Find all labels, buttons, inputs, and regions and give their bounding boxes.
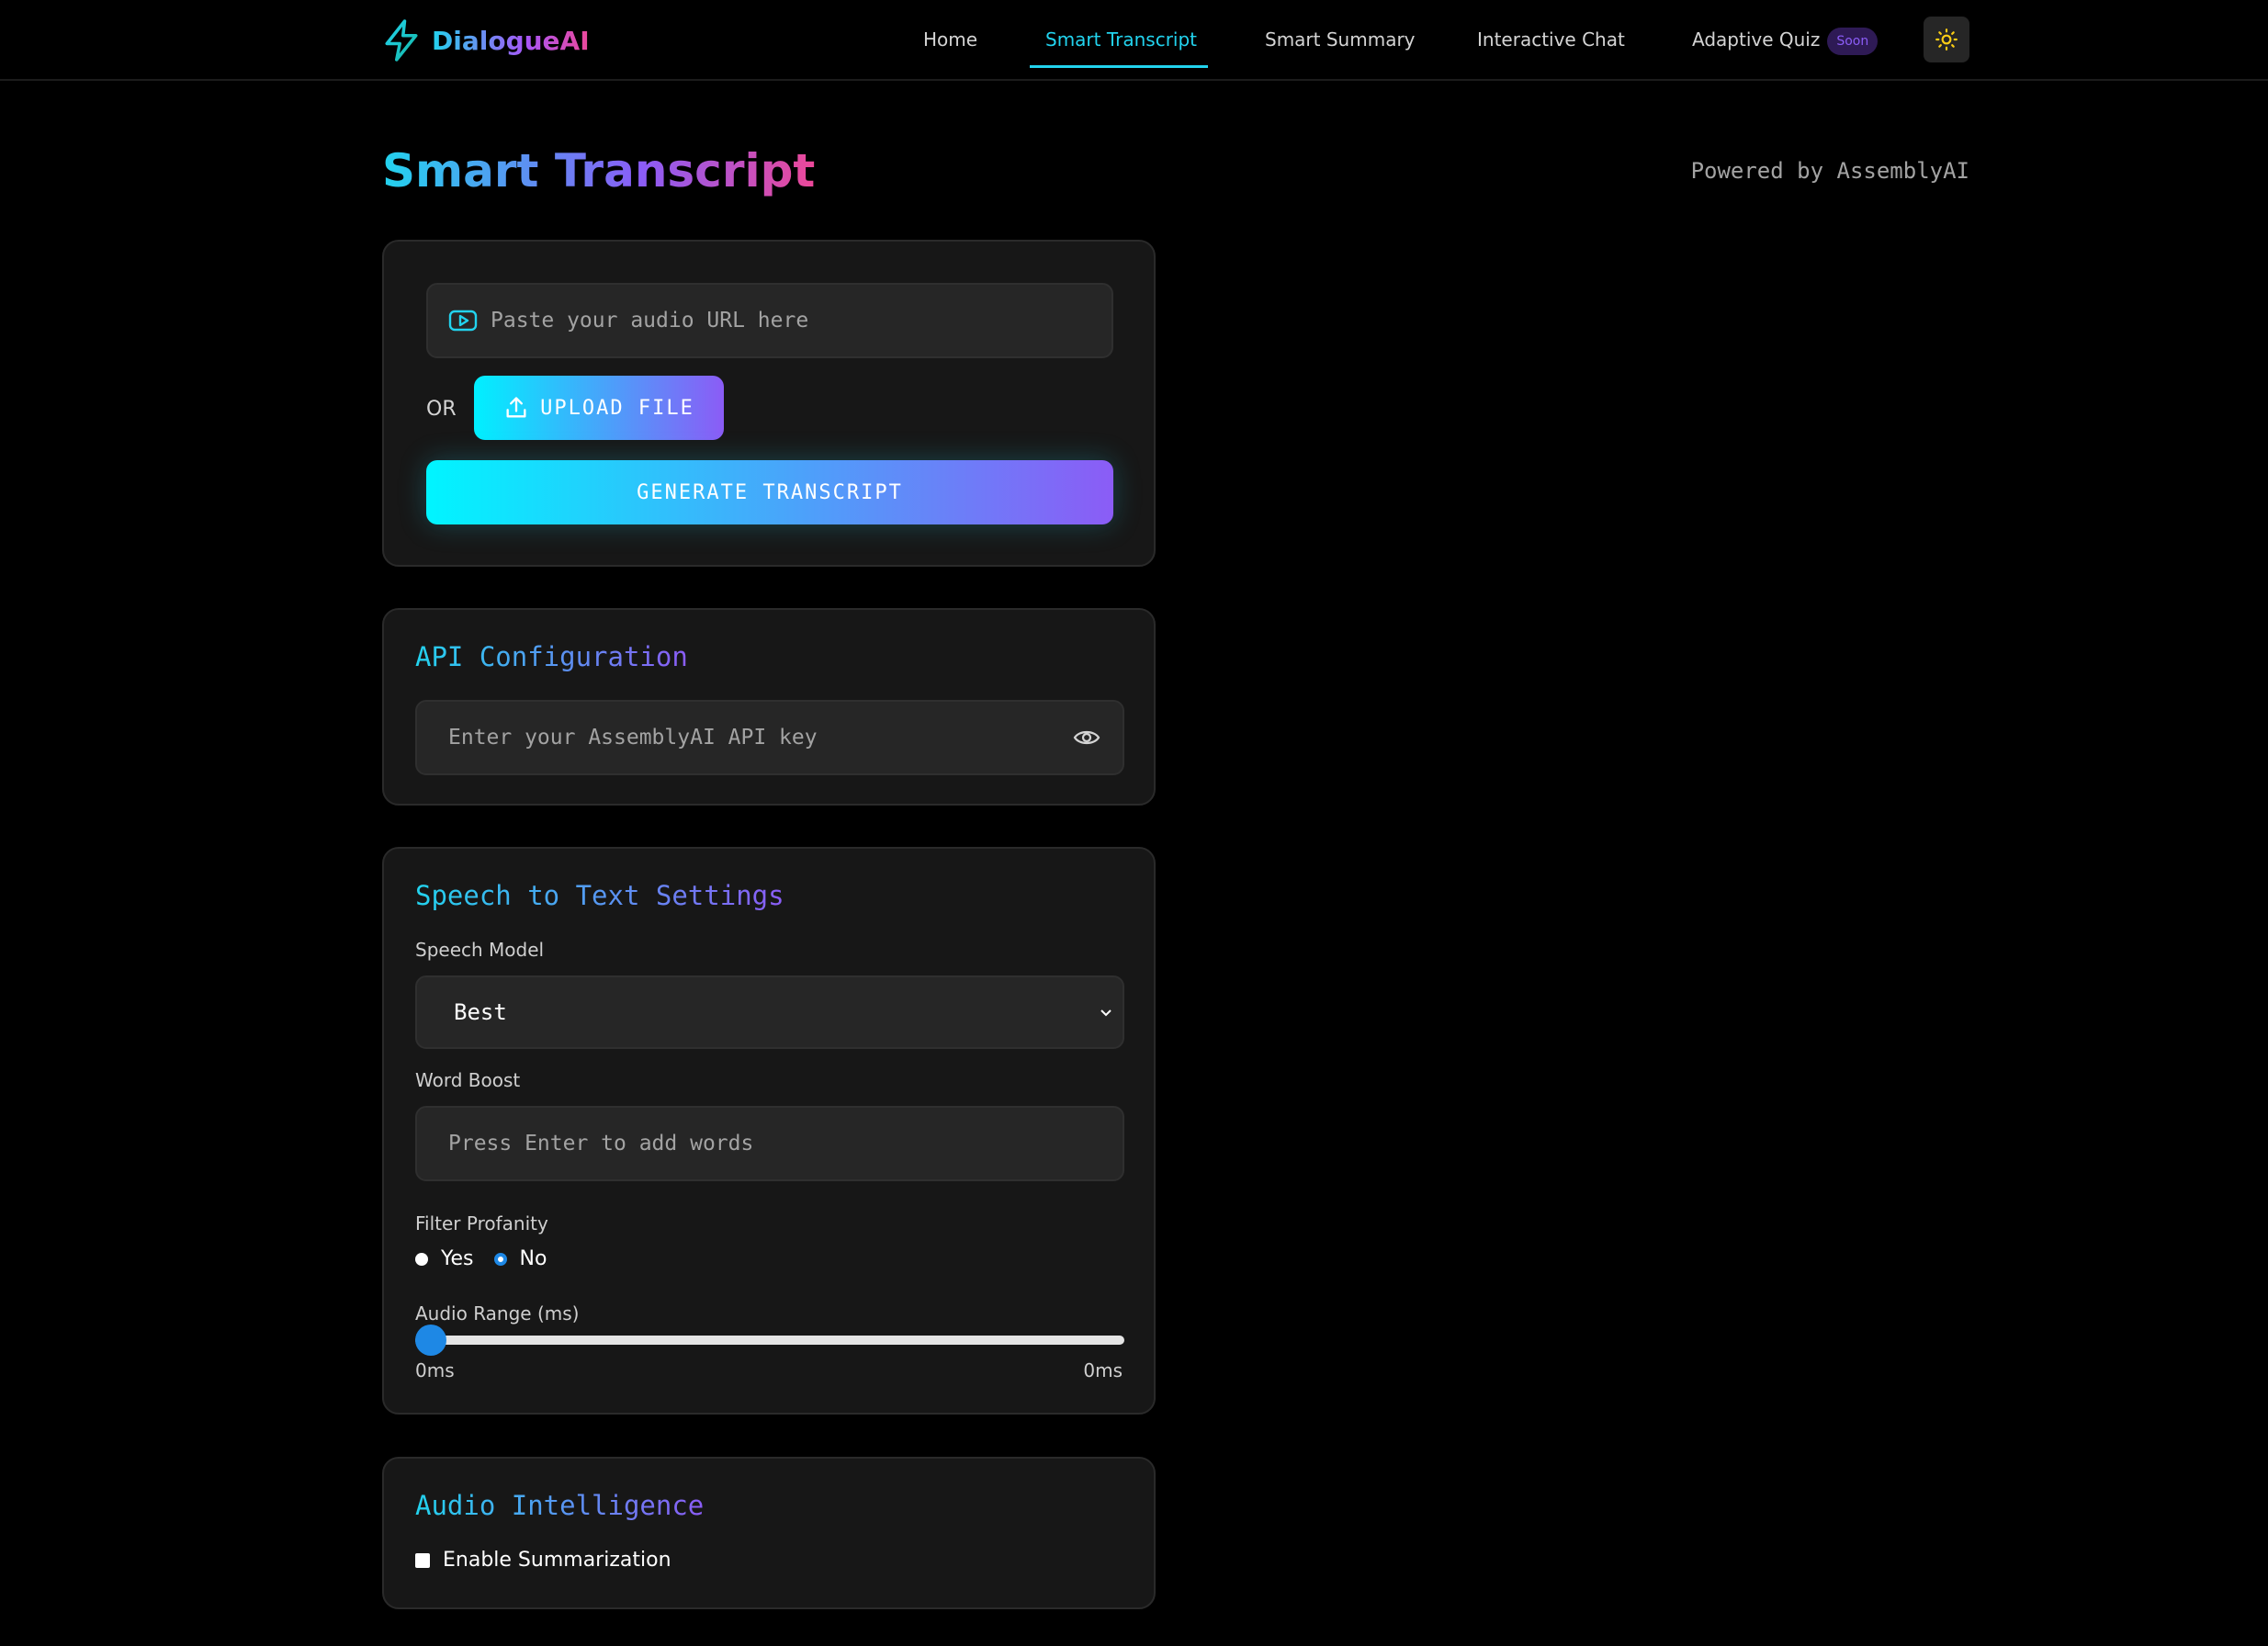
soon-badge: Soon bbox=[1827, 27, 1879, 55]
audio-range-track[interactable] bbox=[415, 1336, 1124, 1345]
api-key-placeholder: Enter your AssemblyAI API key bbox=[448, 726, 818, 750]
active-tab-indicator bbox=[1030, 65, 1208, 68]
audio-url-placeholder: Paste your audio URL here bbox=[491, 309, 809, 333]
audio-intelligence-title: Audio Intelligence bbox=[415, 1490, 705, 1521]
filter-profanity-label: Filter Profanity bbox=[415, 1212, 548, 1234]
audio-range-max: 0ms bbox=[1083, 1359, 1123, 1381]
brand-logo[interactable]: DialogueAI bbox=[382, 18, 590, 62]
upload-file-button[interactable]: UPLOAD FILE bbox=[474, 376, 724, 440]
theme-toggle-button[interactable] bbox=[1924, 17, 1969, 62]
audio-intelligence-card: Audio Intelligence Enable Summarization bbox=[382, 1457, 1156, 1609]
word-boost-input[interactable]: Press Enter to add words bbox=[415, 1106, 1124, 1181]
nav-home[interactable]: Home bbox=[923, 0, 977, 81]
audio-range-min: 0ms bbox=[415, 1359, 455, 1381]
nav-adaptive-quiz-label: Adaptive Quiz bbox=[1692, 28, 1821, 51]
nav-smart-summary[interactable]: Smart Summary bbox=[1265, 0, 1416, 81]
word-boost-label: Word Boost bbox=[415, 1069, 521, 1091]
play-icon bbox=[448, 310, 478, 332]
audio-range-label: Audio Range (ms) bbox=[415, 1302, 580, 1325]
audio-range-thumb[interactable] bbox=[415, 1325, 446, 1356]
nav-smart-transcript[interactable]: Smart Transcript bbox=[1045, 0, 1197, 81]
upload-icon bbox=[506, 397, 526, 418]
api-configuration-title: API Configuration bbox=[415, 641, 688, 672]
speech-model-label: Speech Model bbox=[415, 939, 545, 961]
filter-yes-label[interactable]: Yes bbox=[441, 1247, 474, 1270]
api-configuration-card: API Configuration Enter your AssemblyAI … bbox=[382, 608, 1156, 806]
lightning-icon bbox=[385, 19, 418, 62]
speech-settings-card: Speech to Text Settings Speech Model Bes… bbox=[382, 847, 1156, 1415]
or-label: OR bbox=[426, 398, 457, 421]
filter-no-label[interactable]: No bbox=[520, 1247, 547, 1270]
audio-url-input[interactable]: Paste your audio URL here bbox=[426, 283, 1113, 358]
filter-yes-radio[interactable] bbox=[415, 1252, 428, 1266]
enable-summarization-label[interactable]: Enable Summarization bbox=[443, 1549, 671, 1572]
page-title: Smart Transcript bbox=[382, 138, 815, 204]
speech-settings-title: Speech to Text Settings bbox=[415, 880, 784, 911]
generate-transcript-button[interactable]: GENERATE TRANSCRIPT bbox=[426, 460, 1113, 524]
nav-interactive-chat[interactable]: Interactive Chat bbox=[1477, 0, 1625, 81]
sun-icon bbox=[1935, 28, 1958, 51]
summarization-option: Enable Summarization bbox=[415, 1549, 671, 1572]
chevron-down-icon bbox=[1100, 1009, 1111, 1017]
navbar: DialogueAI Home Smart Transcript Smart S… bbox=[0, 0, 2268, 81]
api-key-input[interactable]: Enter your AssemblyAI API key bbox=[415, 700, 1124, 775]
speech-model-value: Best bbox=[454, 999, 507, 1025]
generate-transcript-label: GENERATE TRANSCRIPT bbox=[637, 480, 903, 504]
filter-profanity-options: Yes No bbox=[415, 1247, 547, 1270]
brand-name: DialogueAI bbox=[432, 25, 590, 56]
eye-icon[interactable] bbox=[1073, 727, 1100, 748]
word-boost-placeholder: Press Enter to add words bbox=[448, 1132, 754, 1156]
filter-no-radio[interactable] bbox=[493, 1252, 507, 1266]
speech-model-select[interactable]: Best bbox=[415, 975, 1124, 1049]
powered-by-text: Powered by AssemblyAI bbox=[1690, 158, 1969, 184]
upload-file-label: UPLOAD FILE bbox=[540, 396, 694, 420]
audio-input-card: Paste your audio URL here OR UPLOAD FILE… bbox=[382, 240, 1156, 567]
nav-adaptive-quiz[interactable]: Adaptive Quiz Soon bbox=[1692, 0, 1879, 81]
enable-summarization-checkbox[interactable] bbox=[415, 1552, 430, 1568]
